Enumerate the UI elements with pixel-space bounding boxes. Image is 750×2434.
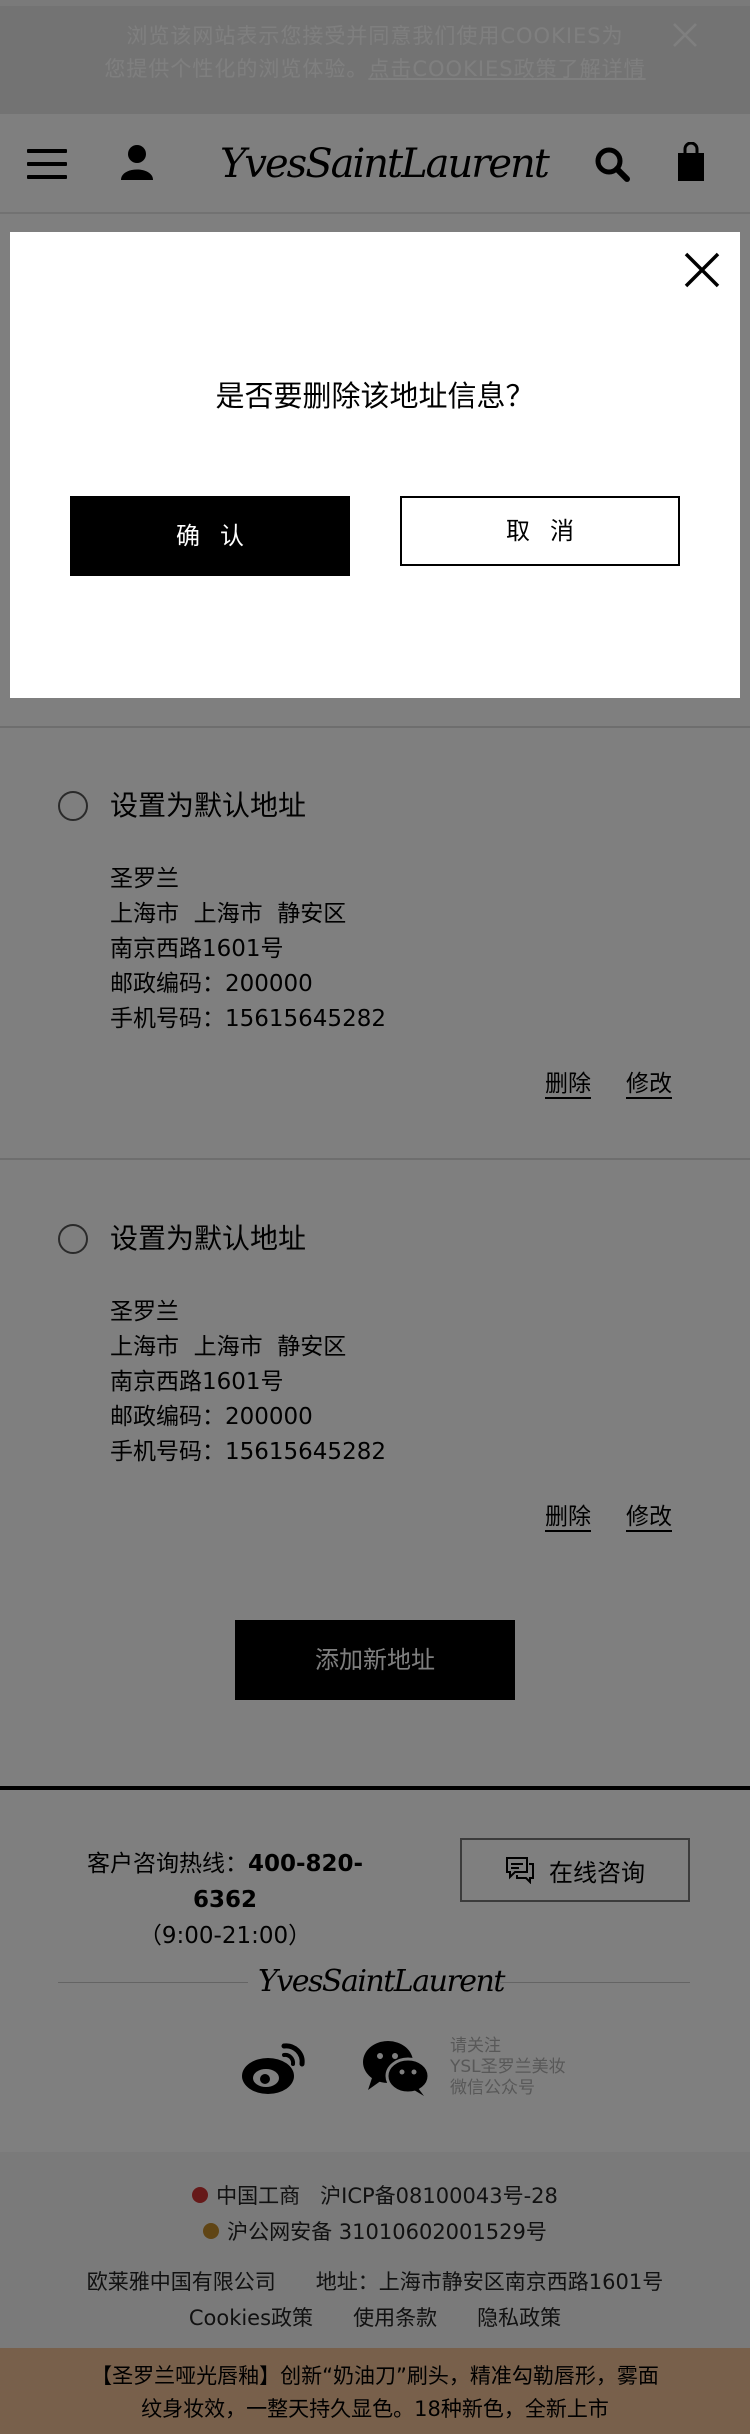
dialog-question: 是否要删除该地址信息？ [215, 379, 535, 413]
close-icon[interactable] [682, 250, 722, 290]
delete-confirm-dialog: 是否要删除该地址信息？ 确认 取消 [10, 232, 740, 698]
cancel-button[interactable]: 取消 [400, 496, 680, 566]
confirm-button[interactable]: 确认 [70, 496, 350, 576]
